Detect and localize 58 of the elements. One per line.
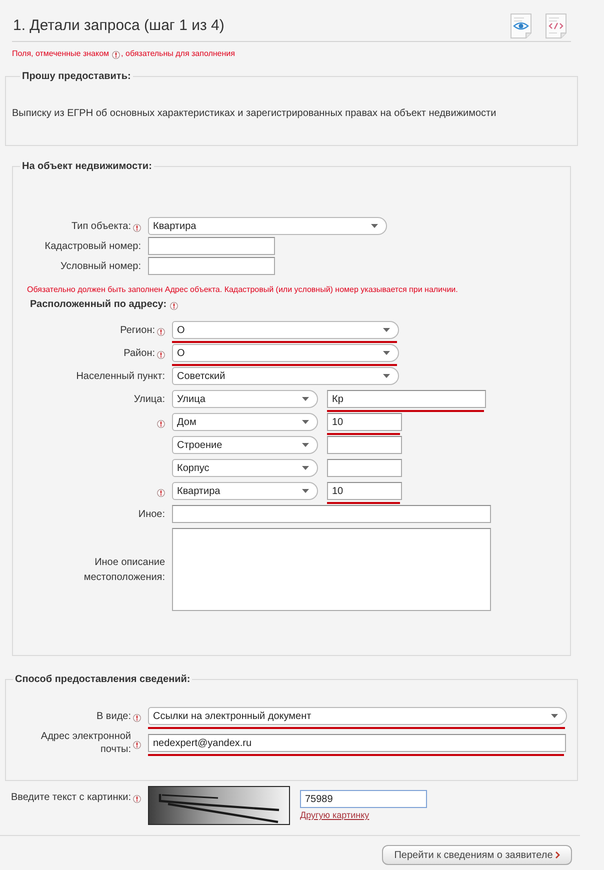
input-field[interactable]: 10 (327, 482, 402, 500)
caret-icon (302, 420, 309, 424)
dropdown-field[interactable]: Ссылки на электронный документ (148, 707, 567, 725)
input-field[interactable]: 75989 (300, 790, 427, 808)
address-heading: Расположенный по адресу: (30, 298, 167, 311)
section-legend: Способ предоставления сведений: (13, 673, 192, 686)
page-title: 1. Детали запроса (шаг 1 из 4) (13, 16, 224, 36)
input-field[interactable] (172, 505, 491, 523)
caret-icon (302, 489, 309, 493)
field-label: Адрес электронной почты: (40, 730, 131, 756)
caret-icon (302, 466, 309, 470)
dropdown-field[interactable]: О (172, 344, 399, 362)
dropdown-field[interactable]: Квартира (172, 482, 318, 500)
input-field[interactable] (327, 459, 402, 477)
field-label: Иное: (138, 508, 165, 522)
field-label: Кадастровый номер: (44, 240, 141, 252)
request-text: Выписку из ЕГРН об основных характеристиках и зарегистрированных правах на объект недвижимости (12, 107, 498, 120)
section-legend: Прошу предоставить: (20, 70, 133, 83)
field-label: В виде: (96, 710, 131, 722)
required-note-text: , обязательны для заполнения (121, 48, 235, 59)
caret-icon (302, 397, 309, 401)
input-field[interactable] (148, 237, 275, 255)
input-field[interactable] (327, 436, 402, 454)
field-label: Район: (124, 346, 155, 360)
field-label: Введите текст с картинки: (10, 791, 131, 804)
field-label: Иное описание местоположения: (82, 556, 165, 584)
field-label: Населенный пункт: (76, 370, 165, 384)
field-label: Условный номер: (60, 260, 141, 272)
input-field[interactable]: nedexpert@yandex.ru (148, 734, 566, 752)
field-label: Тип объекта: (71, 220, 131, 232)
address-note: Обязательно должен быть заполнен Адрес объекта. Кадастровый (или условный) номер указывается при наличии. (27, 284, 459, 295)
caret-icon (302, 443, 309, 447)
caret-icon (383, 374, 390, 378)
field-label: Регион: (120, 324, 155, 338)
field-label: Улица: (134, 392, 165, 406)
document-eye-icon[interactable] (510, 12, 532, 38)
dropdown-field[interactable]: Квартира (148, 217, 387, 235)
input-field[interactable]: 10 (327, 413, 402, 431)
dropdown-field[interactable]: Советский (172, 367, 399, 385)
dropdown-field[interactable]: Дом (172, 413, 318, 431)
dropdown-field[interactable]: Улица (172, 390, 318, 408)
refresh-captcha-link[interactable]: Другую картинку (300, 809, 370, 821)
chevron-right-icon (554, 851, 560, 859)
dropdown-field[interactable]: Строение (172, 436, 318, 454)
caret-icon (371, 224, 378, 228)
exclamation-icon (112, 51, 120, 59)
required-note-text: Поля, отмеченные знаком (12, 48, 110, 59)
input-field[interactable]: Кр (327, 390, 486, 408)
next-step-button[interactable]: Перейти к сведениям о заявителе (382, 845, 572, 865)
dropdown-field[interactable]: О (172, 321, 399, 339)
caret-icon (383, 328, 390, 332)
textarea-field[interactable] (172, 528, 491, 611)
input-field[interactable] (148, 257, 275, 275)
section-legend: На объект недвижимости: (20, 160, 154, 173)
caret-icon (383, 351, 390, 355)
dropdown-field[interactable]: Корпус (172, 459, 318, 477)
caret-icon (551, 714, 558, 718)
document-code-icon[interactable] (545, 12, 567, 38)
